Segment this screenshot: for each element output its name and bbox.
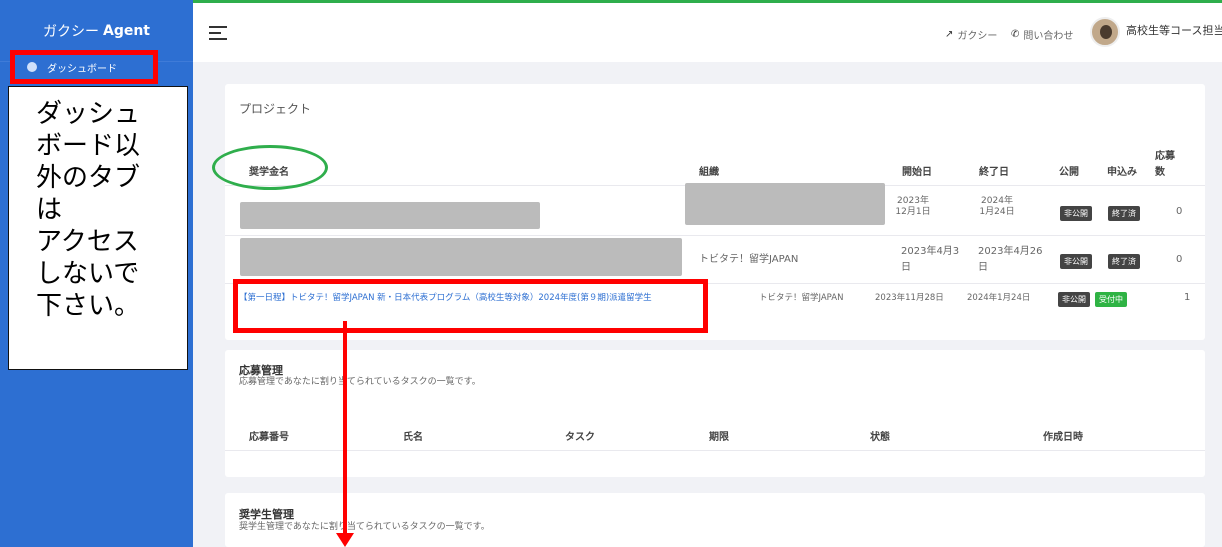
status-badge: 非公開: [1060, 254, 1092, 269]
brand-suffix: Agent: [102, 22, 150, 39]
project-title: プロジェクト: [239, 102, 312, 116]
highlight-box: [233, 279, 708, 333]
redacted-name: [240, 202, 540, 229]
row1-start: 2023年 12月1日: [895, 196, 931, 217]
row3-start: 2023年11月28日: [875, 293, 944, 303]
redacted-name: [240, 238, 682, 276]
status-badge: 終了済: [1108, 254, 1140, 269]
row3-org: トビタテ！留学JAPAN: [759, 293, 844, 303]
row3-count: 1: [1184, 292, 1191, 303]
row2-org: トビタテ！留学JAPAN: [699, 254, 799, 265]
row2-end: 2023年4月26 日: [978, 246, 1043, 273]
col-header-start[interactable]: 開始日: [902, 163, 932, 178]
gakushi-link-label: ガクシー: [957, 31, 998, 42]
col-header-count-line1[interactable]: 応募: [1155, 147, 1175, 162]
avatar[interactable]: [1090, 17, 1120, 47]
applications-card: 応募管理 応募管理であなたに割り当てられているタスクの一覧です。 応募番号 氏名…: [225, 350, 1205, 477]
status-badge: 非公開: [1058, 292, 1090, 307]
col-header-org[interactable]: 組織: [699, 163, 719, 178]
col-header-due[interactable]: 期限: [709, 428, 729, 443]
col-header-created[interactable]: 作成日時: [1043, 428, 1083, 443]
status-badge: 受付中: [1095, 292, 1127, 307]
menu-toggle-icon[interactable]: [209, 26, 227, 40]
top-bar: ↗ ガクシー ✆ 問い合わせ 高校生等コース担当: [193, 3, 1222, 62]
row-separator: [225, 235, 1205, 236]
pointer-arrow-head: [336, 533, 354, 547]
col-header-status[interactable]: 状態: [870, 428, 890, 443]
external-link-icon: ↗: [945, 29, 954, 40]
header-separator: [225, 450, 1205, 451]
row2-count: 0: [1176, 254, 1183, 265]
contact-link-label: 問い合わせ: [1023, 31, 1074, 42]
row2-start: 2023年4月3 日: [901, 246, 960, 273]
col-header-public[interactable]: 公開: [1059, 163, 1079, 178]
col-header-count-line2: 数: [1155, 167, 1165, 178]
dashboard-icon: [27, 62, 37, 72]
brand-name: ガクシー: [42, 23, 99, 40]
phone-icon: ✆: [1011, 29, 1020, 40]
sidebar-item-label: ダッシュボード: [47, 63, 117, 75]
col-header-end[interactable]: 終了日: [979, 163, 1009, 178]
pointer-arrow-line: [343, 321, 347, 541]
status-badge: 非公開: [1060, 206, 1092, 221]
row3-end: 2024年1月24日: [967, 293, 1031, 303]
highlight-oval: [212, 145, 328, 190]
scholars-subtitle: 奨学生管理であなたに割り当てられているタスクの一覧です。: [239, 522, 490, 532]
sidebar-item-dashboard[interactable]: ダッシュボード: [10, 50, 158, 84]
user-name[interactable]: 高校生等コース担当: [1126, 22, 1222, 38]
col-header-apply[interactable]: 申込み: [1107, 163, 1137, 178]
contact-link[interactable]: ✆ 問い合わせ: [1011, 27, 1073, 42]
scholars-card: 奨学生管理 奨学生管理であなたに割り当てられているタスクの一覧です。: [225, 493, 1205, 547]
col-header-app-name[interactable]: 氏名: [403, 428, 423, 443]
gakushi-link[interactable]: ↗ ガクシー: [945, 27, 997, 42]
status-badge: 終了済: [1108, 206, 1140, 221]
col-header-task[interactable]: タスク: [565, 428, 595, 443]
col-header-app-number[interactable]: 応募番号: [249, 428, 289, 443]
row1-count: 0: [1176, 206, 1183, 217]
applications-subtitle: 応募管理であなたに割り当てられているタスクの一覧です。: [239, 377, 481, 387]
annotation-note: ダッシュ ボード以 外のタブ は アクセス しないで 下さい。: [8, 86, 188, 370]
redacted-org: [685, 183, 885, 225]
row1-end: 2024年 1月24日: [979, 196, 1015, 217]
